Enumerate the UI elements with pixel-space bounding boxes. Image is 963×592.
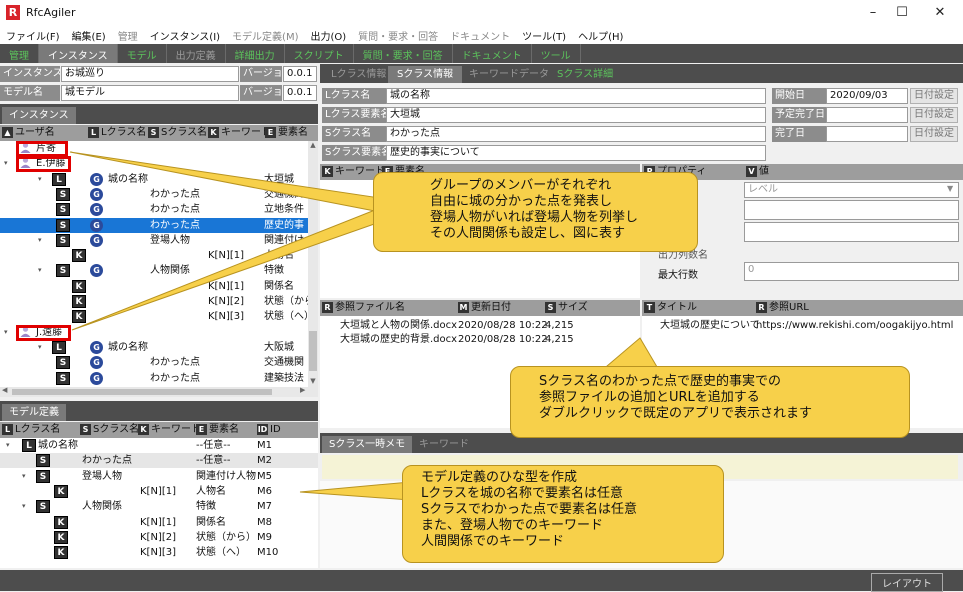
callout-line: Sクラスでわかった点で要素名は任意 bbox=[421, 502, 637, 517]
callout-line: 人間関係でのキーワード bbox=[421, 534, 565, 549]
callout-line: モデル定義のひな型を作成 bbox=[421, 470, 578, 485]
callout-line: Lクラスを城の名称で要素名は任意 bbox=[421, 486, 623, 501]
callout-line: 参照ファイルの追加とURLを追加する bbox=[539, 390, 760, 405]
callout-line: 登場人物がいれば登場人物を列挙し bbox=[430, 210, 639, 225]
callout-line: その人間関係も設定し、図に表す bbox=[430, 226, 626, 241]
callout-line: また、登場人物でのキーワード bbox=[421, 518, 604, 533]
pointer-3 bbox=[299, 481, 411, 501]
pointer-1a bbox=[69, 151, 381, 213]
callout-model-template: モデル定義のひな型を作成 Lクラスを城の名称で要素名は任意 Sクラスでわかった点で要… bbox=[402, 465, 724, 563]
callout-group-members: グループのメンバーがそれぞれ 自由に城の分かった点を発表し 登場人物がいれば登場人物… bbox=[373, 172, 698, 252]
callout-line: ダブルクリックで既定のアプリで表示されます bbox=[539, 406, 813, 421]
callout-line: 自由に城の分かった点を発表し bbox=[430, 194, 613, 209]
callout-line: グループのメンバーがそれぞれ bbox=[430, 178, 612, 193]
pointer-1b bbox=[71, 207, 381, 331]
callout-line: Sクラス名のわかった点で歴史的事実での bbox=[539, 374, 781, 389]
callout-reference-files: Sクラス名のわかった点で歴史的事実での 参照ファイルの追加とURLを追加する ダブル… bbox=[510, 366, 910, 438]
